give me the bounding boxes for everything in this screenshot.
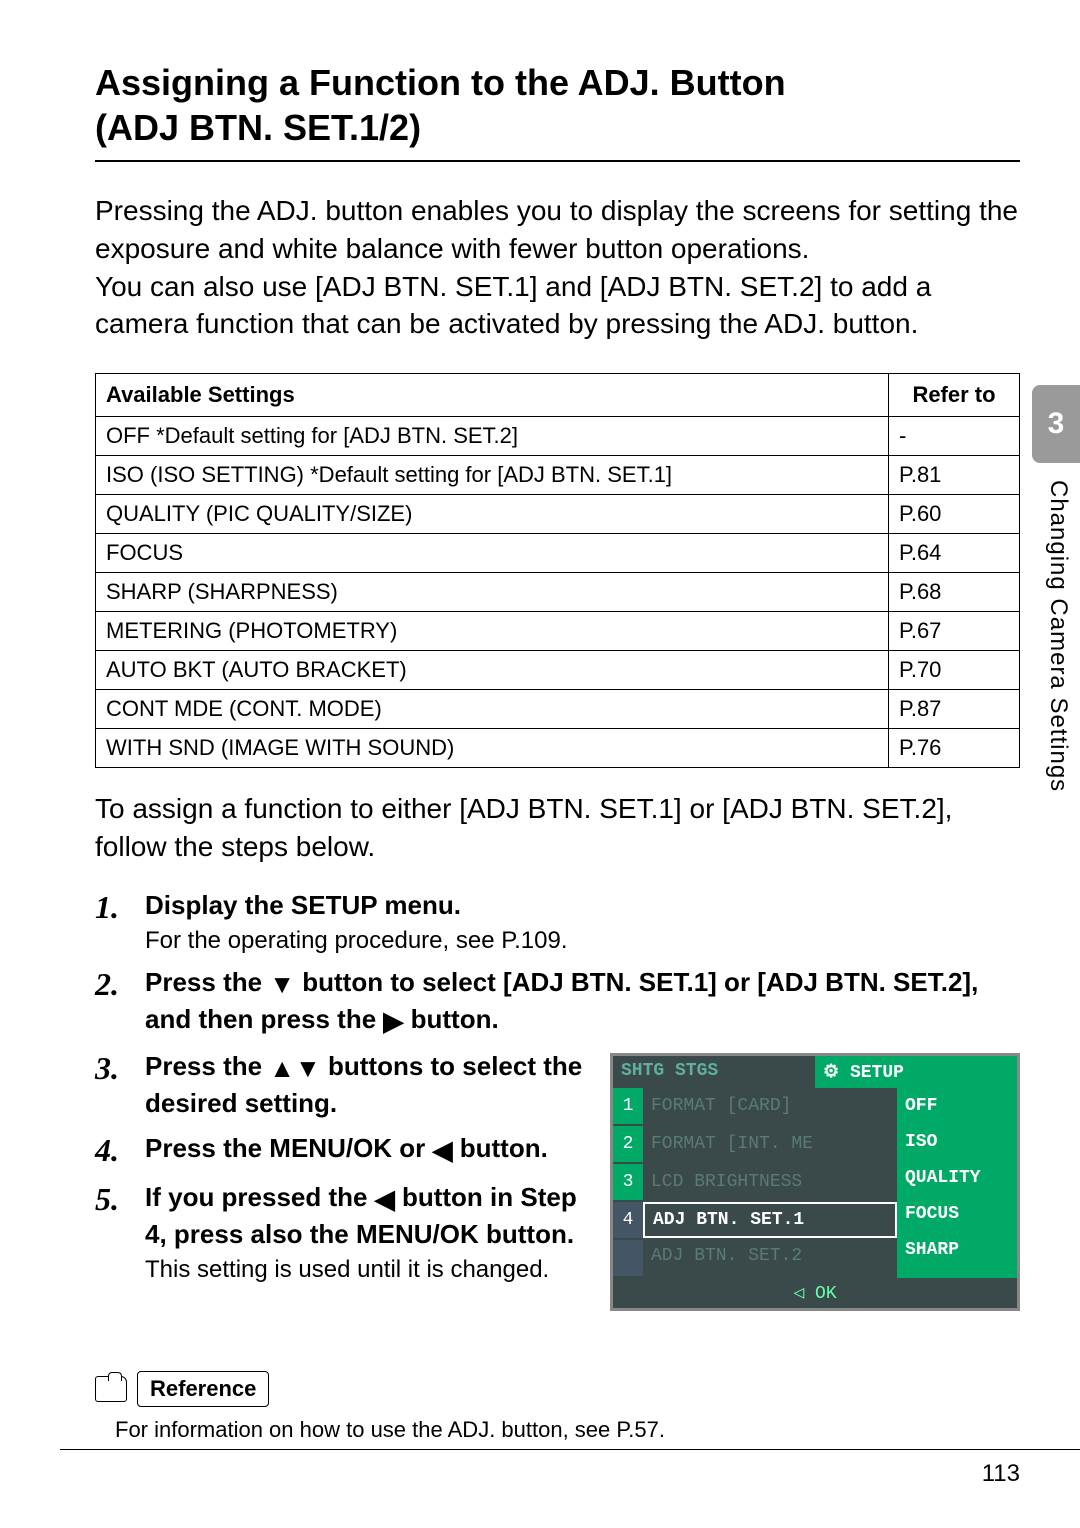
table-row: AUTO BKT (AUTO BRACKET)P.70	[96, 651, 1020, 690]
lcd-row-left: ADJ BTN. SET.1	[643, 1202, 897, 1238]
setting-cell: ISO (ISO SETTING) *Default setting for […	[96, 456, 889, 495]
lcd-row-num: 4	[613, 1202, 643, 1240]
setting-cell: QUALITY (PIC QUALITY/SIZE)	[96, 495, 889, 534]
ref-cell: P.87	[889, 690, 1020, 729]
step-title: Press the ▲▼ buttons to select the desir…	[145, 1049, 585, 1121]
table-row: QUALITY (PIC QUALITY/SIZE)P.60	[96, 495, 1020, 534]
table-row: SHARP (SHARPNESS)P.68	[96, 573, 1020, 612]
table-row: OFF *Default setting for [ADJ BTN. SET.2…	[96, 417, 1020, 456]
step-title: Display the SETUP menu.	[145, 888, 1020, 923]
lcd-row-num: 1	[613, 1088, 643, 1126]
step-number: 4.	[95, 1131, 145, 1169]
ref-cell: P.60	[889, 495, 1020, 534]
settings-table: Available Settings Refer to OFF *Default…	[95, 373, 1020, 768]
setting-cell: CONT MDE (CONT. MODE)	[96, 690, 889, 729]
setting-cell: WITH SND (IMAGE WITH SOUND)	[96, 729, 889, 768]
step-number: 1.	[95, 888, 145, 955]
right-triangle-icon: ▶	[383, 1004, 403, 1039]
lcd-row-right: FOCUS	[897, 1196, 1017, 1232]
table-row: WITH SND (IMAGE WITH SOUND)P.76	[96, 729, 1020, 768]
ref-cell: -	[889, 417, 1020, 456]
lcd-row-right: ISO	[897, 1124, 1017, 1160]
ref-cell: P.64	[889, 534, 1020, 573]
down-triangle-icon: ▼	[269, 967, 295, 1002]
lcd-row-left: FORMAT [INT. ME	[643, 1126, 897, 1164]
ref-cell: P.70	[889, 651, 1020, 690]
lcd-row-left: FORMAT [CARD]	[643, 1088, 897, 1126]
book-icon	[95, 1376, 127, 1402]
left-triangle-icon: ◀	[375, 1182, 395, 1217]
left-triangle-icon: ◀	[433, 1133, 453, 1168]
ref-cell: P.68	[889, 573, 1020, 612]
lcd-row-left: LCD BRIGHTNESS	[643, 1164, 897, 1202]
step-note: This setting is used until it is changed…	[145, 1256, 585, 1284]
reference-text: For information on how to use the ADJ. b…	[115, 1417, 1020, 1443]
up-down-triangle-icon: ▲▼	[269, 1051, 320, 1086]
page-number: 113	[60, 1449, 1080, 1488]
table-row: FOCUSP.64	[96, 534, 1020, 573]
step-number: 2.	[95, 965, 145, 1039]
setting-cell: SHARP (SHARPNESS)	[96, 573, 889, 612]
lcd-tab-shooting: SHTG STGS	[613, 1056, 815, 1088]
lcd-row-num: 3	[613, 1164, 643, 1202]
ref-cell: P.76	[889, 729, 1020, 768]
step-number: 3.	[95, 1049, 145, 1121]
setting-cell: OFF *Default setting for [ADJ BTN. SET.2…	[96, 417, 889, 456]
chapter-label: Changing Camera Settings	[1042, 480, 1072, 792]
lcd-screenshot: SHTG STGS ⚙ SETUP 1234 FORMAT [CARD]FORM…	[610, 1053, 1020, 1311]
table-row: CONT MDE (CONT. MODE)P.87	[96, 690, 1020, 729]
lcd-row-num: 2	[613, 1126, 643, 1164]
ref-cell: P.67	[889, 612, 1020, 651]
step-title: Press the MENU/OK or ◀ button.	[145, 1131, 585, 1168]
lcd-footer: ◁ OK	[613, 1278, 1017, 1308]
step-number: 5.	[95, 1180, 145, 1284]
lcd-row-right: SHARP	[897, 1232, 1017, 1268]
intro-text: Pressing the ADJ. button enables you to …	[95, 192, 1020, 343]
reference-label: Reference	[137, 1371, 269, 1407]
table-head-setting: Available Settings	[96, 374, 889, 417]
setting-cell: AUTO BKT (AUTO BRACKET)	[96, 651, 889, 690]
step-note: For the operating procedure, see P.109.	[145, 927, 1020, 955]
table-row: METERING (PHOTOMETRY)P.67	[96, 612, 1020, 651]
ref-cell: P.81	[889, 456, 1020, 495]
lcd-row-right: QUALITY	[897, 1160, 1017, 1196]
lcd-tab-setup: ⚙ SETUP	[815, 1056, 1017, 1088]
setting-cell: METERING (PHOTOMETRY)	[96, 612, 889, 651]
page-title: Assigning a Function to the ADJ. Button(…	[95, 60, 1020, 162]
setting-cell: FOCUS	[96, 534, 889, 573]
step-title: If you pressed the ◀ button in Step 4, p…	[145, 1180, 585, 1252]
chapter-tab: 3	[1032, 385, 1080, 463]
table-head-ref: Refer to	[889, 374, 1020, 417]
table-row: ISO (ISO SETTING) *Default setting for […	[96, 456, 1020, 495]
lcd-row-right: OFF	[897, 1088, 1017, 1124]
lcd-row-left: ADJ BTN. SET.2	[643, 1238, 897, 1276]
lcd-row-num	[613, 1240, 643, 1278]
step-title: Press the ▼ button to select [ADJ BTN. S…	[145, 965, 1020, 1039]
after-table-text: To assign a function to either [ADJ BTN.…	[95, 790, 1020, 866]
